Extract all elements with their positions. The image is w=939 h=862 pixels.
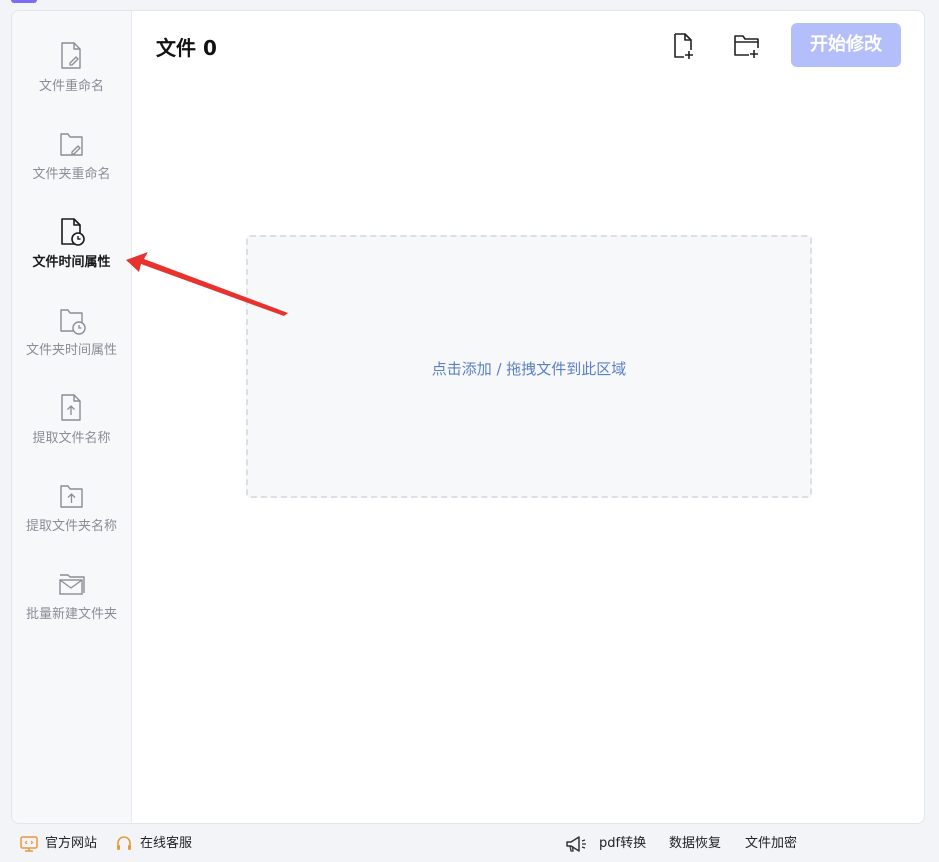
sidebar-item-label: 提取文件名称 <box>32 431 111 446</box>
file-drop-zone[interactable]: 点击添加 / 拖拽文件到此区域 <box>246 235 812 498</box>
start-modify-button[interactable]: 开始修改 <box>791 23 901 67</box>
app-window: 文件重命名 文件夹重命名 文件时间属性 文件夹时间属性 提取文件名称 提取文件夹… <box>11 10 925 824</box>
website-icon <box>20 836 38 852</box>
add-folder-button[interactable] <box>732 31 762 61</box>
footer-website-label: 官方网站 <box>45 836 98 851</box>
footer-file-encrypt-label: 文件加密 <box>745 836 798 851</box>
add-file-button[interactable] <box>669 31 699 61</box>
megaphone-icon <box>566 836 586 852</box>
footer-pdf-label: pdf转换 <box>599 836 647 851</box>
folder-clock-icon <box>58 305 86 335</box>
window-accent <box>11 0 37 3</box>
folder-stack-icon <box>58 569 86 599</box>
folder-edit-icon <box>58 129 86 159</box>
add-folder-icon <box>732 35 762 65</box>
footer-data-recovery-link[interactable]: 数据恢复 <box>669 835 729 853</box>
file-clock-icon <box>58 217 86 247</box>
sidebar-item-folder-rename[interactable]: 文件夹重命名 <box>12 129 131 209</box>
sidebar-item-batch-create-folders[interactable]: 批量新建文件夹 <box>12 569 131 649</box>
add-file-icon <box>669 33 699 65</box>
folder-upload-icon <box>58 481 86 511</box>
file-edit-icon <box>58 41 86 71</box>
footer-pdf-convert-link[interactable]: pdf转换 <box>565 835 655 853</box>
sidebar-item-label: 文件夹重命名 <box>32 167 111 182</box>
sidebar-item-file-time[interactable]: 文件时间属性 <box>12 217 131 297</box>
page-title: 文件 0 <box>156 36 217 60</box>
sidebar-item-label: 提取文件夹名称 <box>25 519 117 534</box>
footer-data-recovery-label: 数据恢复 <box>669 836 722 851</box>
sidebar-item-label: 批量新建文件夹 <box>25 607 117 622</box>
footer-website-link[interactable]: 官方网站 <box>20 835 100 853</box>
footer-bar: 官方网站 在线客服 pdf转换 数据恢复 文件加密 <box>0 826 939 862</box>
sidebar-item-label: 文件重命名 <box>38 79 104 94</box>
sidebar-item-label: 文件时间属性 <box>32 255 111 270</box>
sidebar: 文件重命名 文件夹重命名 文件时间属性 文件夹时间属性 提取文件名称 提取文件夹… <box>12 11 132 823</box>
drop-zone-text: 点击添加 / 拖拽文件到此区域 <box>431 360 627 378</box>
sidebar-item-extract-file-names[interactable]: 提取文件名称 <box>12 393 131 473</box>
sidebar-item-label: 文件夹时间属性 <box>25 343 117 358</box>
footer-file-encrypt-link[interactable]: 文件加密 <box>745 835 805 853</box>
top-strip <box>0 0 939 6</box>
footer-support-link[interactable]: 在线客服 <box>115 835 195 853</box>
main-panel: 文件 0 开始修改 点击添加 / 拖拽文件到此区域 <box>132 11 924 823</box>
file-upload-icon <box>58 393 86 423</box>
sidebar-item-folder-time[interactable]: 文件夹时间属性 <box>12 305 131 385</box>
sidebar-item-file-rename[interactable]: 文件重命名 <box>12 41 131 121</box>
sidebar-item-extract-folder-names[interactable]: 提取文件夹名称 <box>12 481 131 561</box>
headset-icon <box>117 836 131 850</box>
footer-support-label: 在线客服 <box>140 836 193 851</box>
